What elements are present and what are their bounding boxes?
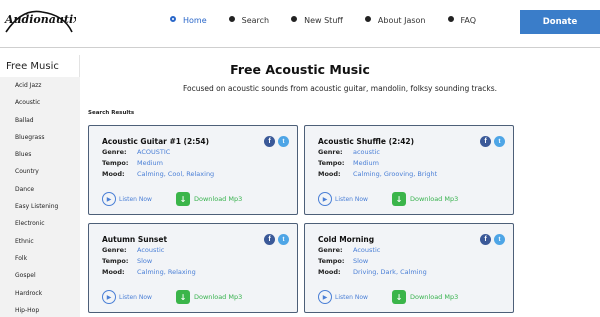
bullet-icon bbox=[170, 15, 176, 22]
results-label: Search Results bbox=[88, 110, 135, 116]
mood-value: Calming, Relaxing bbox=[137, 268, 196, 276]
track-card: Acoustic Guitar #1 (2:54) f t Genre: ACOU… bbox=[88, 125, 298, 215]
site-header: Audionautix Home Search New Stuff About … bbox=[0, 0, 600, 48]
page-subtitle: Focused on acoustic sounds from acoustic… bbox=[183, 84, 497, 93]
tempo-link[interactable]: Slow bbox=[353, 257, 368, 265]
tempo-link[interactable]: Slow bbox=[137, 257, 152, 265]
genre-row: Genre: Acoustic bbox=[102, 246, 165, 254]
genre-row: Genre: ACOUSTIC bbox=[102, 148, 171, 156]
track-title: Acoustic Shuffle (2:42) bbox=[318, 137, 415, 146]
main-nav: Home Search New Stuff About Jason FAQ bbox=[170, 15, 498, 25]
tempo-link[interactable]: Medium bbox=[137, 159, 163, 167]
twitter-icon[interactable]: t bbox=[494, 234, 505, 245]
sidebar-item-folk[interactable]: Folk bbox=[0, 250, 80, 267]
genre-list: Acid Jazz Acoustic Ballad Bluegrass Blue… bbox=[0, 77, 80, 317]
sidebar-item-dance[interactable]: Dance bbox=[0, 181, 80, 198]
sidebar-item-blues[interactable]: Blues bbox=[0, 146, 80, 163]
sidebar-item-ballad[interactable]: Ballad bbox=[0, 112, 80, 129]
track-title: Acoustic Guitar #1 (2:54) bbox=[102, 137, 210, 146]
bullet-icon bbox=[291, 15, 298, 22]
download-icon: ↓ bbox=[176, 290, 190, 304]
download-icon: ↓ bbox=[392, 192, 406, 206]
download-icon: ↓ bbox=[392, 290, 406, 304]
genre-link[interactable]: Acoustic bbox=[137, 246, 164, 254]
sidebar-item-country[interactable]: Country bbox=[0, 163, 80, 180]
sidebar-item-hardrock[interactable]: Hardrock bbox=[0, 285, 80, 302]
tempo-row: Tempo: Slow bbox=[102, 257, 153, 265]
track-card: Acoustic Shuffle (2:42) f t Genre: acoust… bbox=[304, 125, 514, 215]
facebook-icon[interactable]: f bbox=[264, 136, 275, 147]
bullet-icon bbox=[228, 15, 235, 22]
facebook-icon[interactable]: f bbox=[480, 234, 491, 245]
genre-link[interactable]: acoustic bbox=[353, 148, 380, 156]
nav-faq[interactable]: FAQ bbox=[447, 15, 476, 25]
nav-home[interactable]: Home bbox=[170, 15, 207, 25]
facebook-icon[interactable]: f bbox=[480, 136, 491, 147]
download-mp3-button[interactable]: ↓ Download Mp3 bbox=[392, 192, 458, 206]
download-mp3-button[interactable]: ↓ Download Mp3 bbox=[392, 290, 458, 304]
listen-now-button[interactable]: ▶ Listen Now bbox=[102, 192, 152, 206]
sidebar: Free Music Acid Jazz Acoustic Ballad Blu… bbox=[0, 55, 80, 317]
mood-row: Mood: Driving, Dark, Calming bbox=[318, 268, 427, 276]
sidebar-item-bluegrass[interactable]: Bluegrass bbox=[0, 129, 80, 146]
mood-value: Calming, Cool, Relaxing bbox=[137, 170, 215, 178]
sidebar-item-acid-jazz[interactable]: Acid Jazz bbox=[0, 77, 80, 94]
nav-search[interactable]: Search bbox=[228, 15, 269, 25]
play-icon: ▶ bbox=[102, 290, 116, 304]
genre-row: Genre: Acoustic bbox=[318, 246, 381, 254]
listen-now-button[interactable]: ▶ Listen Now bbox=[102, 290, 152, 304]
listen-now-button[interactable]: ▶ Listen Now bbox=[318, 290, 368, 304]
mood-row: Mood: Calming, Grooving, Bright bbox=[318, 170, 438, 178]
tempo-row: Tempo: Medium bbox=[318, 159, 379, 167]
bullet-icon bbox=[447, 15, 454, 22]
sidebar-item-hip-hop[interactable]: Hip-Hop bbox=[0, 302, 80, 317]
page-title: Free Acoustic Music bbox=[230, 62, 370, 77]
play-icon: ▶ bbox=[318, 290, 332, 304]
listen-now-button[interactable]: ▶ Listen Now bbox=[318, 192, 368, 206]
track-card: Autumn Sunset f t Genre: Acoustic Tempo: S… bbox=[88, 223, 298, 313]
logo-image: Audionautix bbox=[4, 10, 80, 33]
donate-button[interactable]: Donate bbox=[520, 10, 600, 34]
sidebar-item-acoustic[interactable]: Acoustic bbox=[0, 94, 80, 111]
mood-value: Calming, Grooving, Bright bbox=[353, 170, 438, 178]
bullet-icon bbox=[364, 15, 371, 22]
download-mp3-button[interactable]: ↓ Download Mp3 bbox=[176, 290, 242, 304]
sidebar-title: Free Music bbox=[6, 61, 59, 72]
nav-new-stuff[interactable]: New Stuff bbox=[291, 15, 343, 25]
track-card: Cold Morning f t Genre: Acoustic Tempo: Sl… bbox=[304, 223, 514, 313]
mood-row: Mood: Calming, Relaxing bbox=[102, 268, 196, 276]
sidebar-item-ethnic[interactable]: Ethnic bbox=[0, 233, 80, 250]
twitter-icon[interactable]: t bbox=[494, 136, 505, 147]
facebook-icon[interactable]: f bbox=[264, 234, 275, 245]
track-title: Autumn Sunset bbox=[102, 235, 168, 244]
mood-value: Driving, Dark, Calming bbox=[353, 268, 427, 276]
svg-text:Audionautix: Audionautix bbox=[4, 13, 76, 26]
genre-row: Genre: acoustic bbox=[318, 148, 380, 156]
play-icon: ▶ bbox=[102, 192, 116, 206]
genre-link[interactable]: ACOUSTIC bbox=[137, 148, 170, 156]
genre-link[interactable]: Acoustic bbox=[353, 246, 380, 254]
tempo-row: Tempo: Medium bbox=[102, 159, 163, 167]
site-logo[interactable]: Audionautix bbox=[2, 2, 80, 42]
download-icon: ↓ bbox=[176, 192, 190, 206]
download-mp3-button[interactable]: ↓ Download Mp3 bbox=[176, 192, 242, 206]
play-icon: ▶ bbox=[318, 192, 332, 206]
twitter-icon[interactable]: t bbox=[278, 234, 289, 245]
twitter-icon[interactable]: t bbox=[278, 136, 289, 147]
track-title: Cold Morning bbox=[318, 235, 375, 244]
sidebar-item-gospel[interactable]: Gospel bbox=[0, 267, 80, 284]
sidebar-item-easy-listening[interactable]: Easy Listening bbox=[0, 198, 80, 215]
tempo-link[interactable]: Medium bbox=[353, 159, 379, 167]
tempo-row: Tempo: Slow bbox=[318, 257, 369, 265]
mood-row: Mood: Calming, Cool, Relaxing bbox=[102, 170, 215, 178]
nav-about[interactable]: About Jason bbox=[364, 15, 426, 25]
sidebar-item-electronic[interactable]: Electronic bbox=[0, 215, 80, 232]
